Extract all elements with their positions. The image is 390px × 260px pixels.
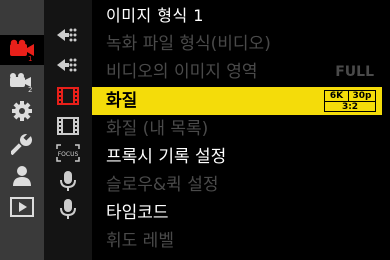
- tab-number-2: 2: [28, 86, 32, 93]
- menu-item-quality[interactable]: 화질 6K 30p 3:2: [92, 87, 382, 115]
- wrench-icon[interactable]: [7, 133, 37, 155]
- menu-item-image-area[interactable]: 비디오의 이미지 영역 FULL: [92, 58, 382, 86]
- playback-icon[interactable]: [7, 196, 37, 218]
- menu-item-quality-my-list[interactable]: 화질 (내 목록): [92, 115, 382, 143]
- focus-icon[interactable]: FOCUS: [52, 142, 84, 164]
- category-column: 1 2: [0, 0, 44, 260]
- quality-badge: 6K 30p 3:2: [324, 90, 376, 112]
- menu-item-label: 비디오의 이미지 영역: [106, 62, 258, 82]
- film-2-icon[interactable]: [52, 115, 84, 137]
- menu-item-value: FULL: [335, 64, 374, 80]
- menu-item-label: 화질 (내 목록): [106, 119, 209, 139]
- badge-aspect: 3:2: [341, 102, 359, 112]
- image-format-2-icon[interactable]: [52, 54, 84, 76]
- menu-item-recording-file-format[interactable]: 녹화 파일 형식(비디오): [92, 30, 382, 58]
- menu-item-slow-quick[interactable]: 슬로우&퀵 설정: [92, 171, 382, 199]
- badge-frame-rate: 30p: [349, 91, 375, 102]
- page-title: 이미지 형식 1: [106, 6, 204, 25]
- menu-item-label: 화질: [106, 91, 138, 111]
- menu-item-label: 휘도 레벨: [106, 231, 174, 251]
- video-camera-2-icon[interactable]: 2: [7, 71, 37, 93]
- focus-label: FOCUS: [58, 151, 79, 158]
- image-format-1-icon[interactable]: [52, 24, 84, 46]
- menu-item-proxy-recording[interactable]: 프록시 기록 설정: [92, 143, 382, 171]
- person-icon[interactable]: [7, 165, 37, 187]
- menu-item-luminance-level[interactable]: 휘도 레벨: [92, 227, 382, 255]
- menu-item-timecode[interactable]: 타임코드: [92, 199, 382, 227]
- menu-item-label: 녹화 파일 형식(비디오): [106, 34, 271, 54]
- video-camera-1-icon[interactable]: 1: [0, 35, 44, 65]
- menu-item-label: 타임코드: [106, 203, 169, 223]
- menu-item-label: 프록시 기록 설정: [106, 147, 227, 167]
- microphone-2-icon[interactable]: [52, 198, 84, 220]
- tab-number-1: 1: [28, 55, 32, 62]
- film-1-icon[interactable]: [52, 85, 84, 107]
- subcategory-column: FOCUS: [44, 0, 92, 260]
- microphone-1-icon[interactable]: [52, 170, 84, 192]
- menu-item-label: 슬로우&퀵 설정: [106, 175, 219, 195]
- badge-resolution: 6K: [325, 91, 349, 102]
- gear-icon[interactable]: [7, 100, 37, 122]
